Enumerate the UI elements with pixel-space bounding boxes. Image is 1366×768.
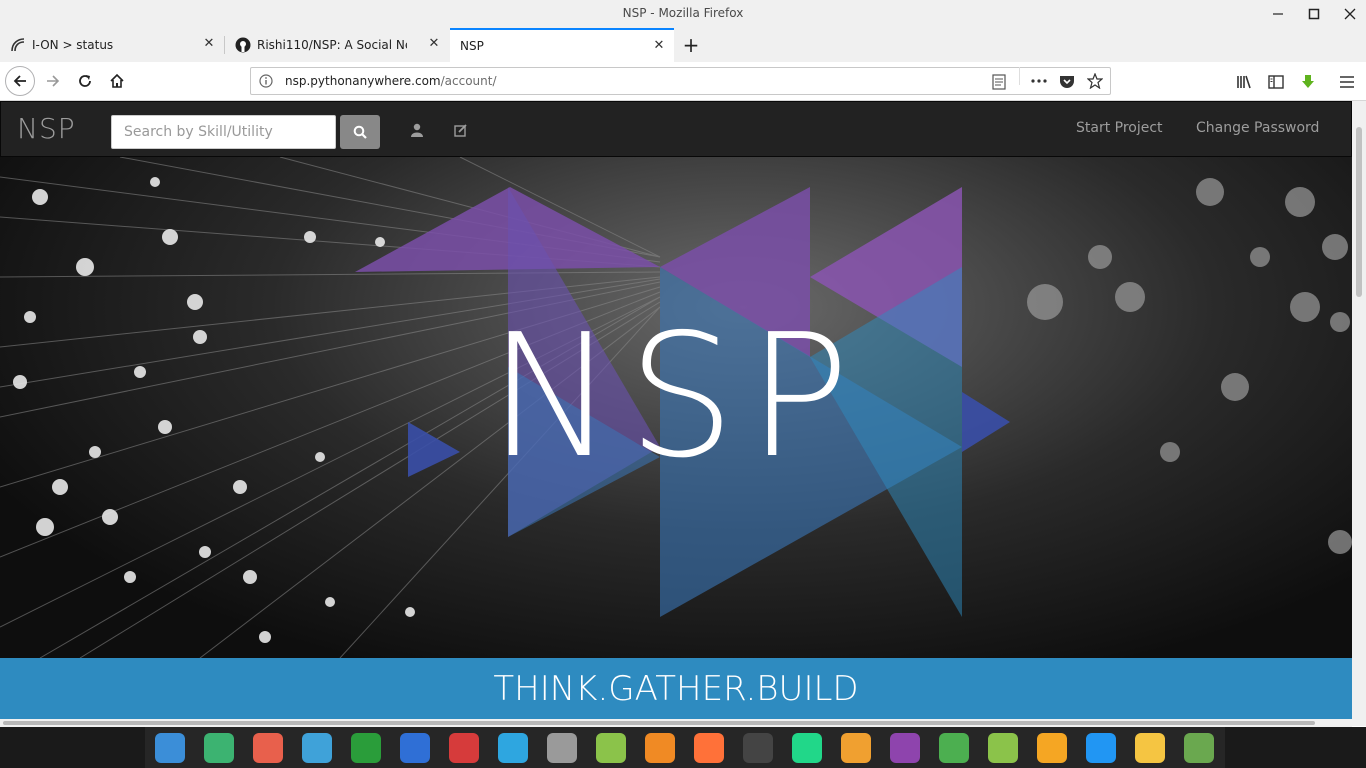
home-icon [110, 73, 124, 88]
start-project-link[interactable]: Start Project [1076, 120, 1163, 136]
ion-favicon-icon [10, 37, 26, 53]
tagline-bar: THINK.GATHER.BUILD [0, 658, 1352, 719]
slice-icon[interactable] [841, 733, 871, 763]
info-icon[interactable] [259, 74, 273, 88]
minimize-button[interactable] [1258, 0, 1298, 28]
bokeh-dots-dark-side [1027, 178, 1352, 554]
media-player-icon[interactable] [890, 733, 920, 763]
bookmark-star-icon[interactable] [1087, 73, 1103, 89]
video-icon[interactable] [400, 733, 430, 763]
phone-icon[interactable] [939, 733, 969, 763]
url-path: /account/ [440, 74, 497, 88]
reload-icon [79, 75, 91, 87]
user-icon[interactable] [409, 122, 425, 138]
hero-logo-text: NSP [488, 298, 862, 496]
library-icon[interactable] [1235, 73, 1253, 91]
pycharm-icon[interactable] [792, 733, 822, 763]
url-text: nsp.pythonanywhere.com/account/ [285, 74, 497, 88]
urlbar-divider [1019, 67, 1020, 85]
clock-icon[interactable] [1135, 733, 1165, 763]
update-icon[interactable] [1037, 733, 1067, 763]
tab-close-icon[interactable]: ✕ [427, 37, 441, 51]
telegram-icon[interactable] [498, 733, 528, 763]
pocket-icon[interactable] [1059, 73, 1075, 89]
music-icon[interactable] [351, 733, 381, 763]
tab-label: NSP [460, 39, 484, 53]
window-title: NSP - Mozilla Firefox [622, 6, 744, 20]
settings-icon[interactable] [547, 733, 577, 763]
download-icon[interactable] [1299, 73, 1317, 91]
forward-button[interactable] [38, 66, 68, 96]
vertical-scroll-thumb[interactable] [1356, 127, 1362, 297]
site-navbar: NSP Start Project Change Password [0, 101, 1352, 157]
search-button[interactable] [340, 115, 380, 149]
arrow-right-icon [47, 75, 60, 87]
tab-nsp[interactable]: NSP ✕ [450, 28, 674, 62]
trash-icon[interactable] [1184, 733, 1214, 763]
tab-strip: I-ON > status ✕ Rishi110/NSP: A Social N… [0, 28, 1366, 62]
tab-close-icon[interactable]: ✕ [202, 37, 216, 51]
url-host: nsp.pythonanywhere.com [285, 74, 441, 88]
window-titlebar: NSP - Mozilla Firefox [0, 0, 1366, 28]
reload-button[interactable] [70, 66, 100, 96]
edit-icon[interactable] [453, 122, 469, 138]
apps-grid-icon[interactable] [155, 733, 185, 763]
maximize-button[interactable] [1294, 0, 1334, 28]
arrow-left-icon [13, 75, 26, 87]
plus-icon: + [682, 33, 700, 57]
taskbar [0, 727, 1366, 768]
back-button[interactable] [5, 66, 35, 96]
hamburger-menu-icon[interactable] [1338, 73, 1356, 91]
search-icon [353, 125, 367, 139]
vertical-scrollbar[interactable] [1352, 101, 1366, 726]
change-password-link[interactable]: Change Password [1196, 120, 1319, 136]
minimize-icon [1273, 13, 1283, 15]
page-actions-icon[interactable] [1031, 73, 1047, 89]
sidebar-icon[interactable] [1267, 73, 1285, 91]
screen-recorder-icon[interactable] [253, 733, 283, 763]
tab-label: Rishi110/NSP: A Social Netwo [257, 38, 407, 52]
browser-toolbar: nsp.pythonanywhere.com/account/ [0, 62, 1366, 101]
sync-icon[interactable] [645, 733, 675, 763]
horizontal-scrollbar[interactable] [0, 719, 1352, 727]
tab-github-nsp[interactable]: Rishi110/NSP: A Social Netwo ✕ [225, 28, 449, 62]
maximize-icon [1308, 8, 1320, 20]
close-window-button[interactable] [1330, 0, 1366, 28]
tab-ion-status[interactable]: I-ON > status ✕ [0, 28, 224, 62]
spider-icon[interactable] [743, 733, 773, 763]
github-icon [235, 37, 251, 53]
hero-banner: NSP [0, 157, 1352, 658]
vault-icon[interactable] [302, 733, 332, 763]
url-bar[interactable]: nsp.pythonanywhere.com/account/ [250, 67, 1111, 95]
tab-label: I-ON > status [32, 38, 114, 52]
close-icon [1344, 8, 1356, 20]
wifi-icon[interactable] [1086, 733, 1116, 763]
power-icon[interactable] [988, 733, 1018, 763]
site-brand[interactable]: NSP [17, 112, 76, 145]
tagline-text: THINK.GATHER.BUILD [493, 668, 859, 709]
tab-close-icon[interactable]: ✕ [652, 39, 666, 53]
page-viewport: NSP Start Project Change Password [0, 101, 1352, 719]
firefox-icon[interactable] [694, 733, 724, 763]
terminal-icon[interactable] [449, 733, 479, 763]
new-tab-button[interactable]: + [680, 28, 702, 62]
reader-view-icon[interactable] [991, 74, 1007, 90]
horizontal-scroll-thumb[interactable] [3, 721, 1315, 725]
bokeh-dots [13, 177, 415, 643]
search-input[interactable] [111, 115, 336, 149]
android-icon[interactable] [596, 733, 626, 763]
home-button[interactable] [102, 66, 132, 96]
files-icon[interactable] [204, 733, 234, 763]
